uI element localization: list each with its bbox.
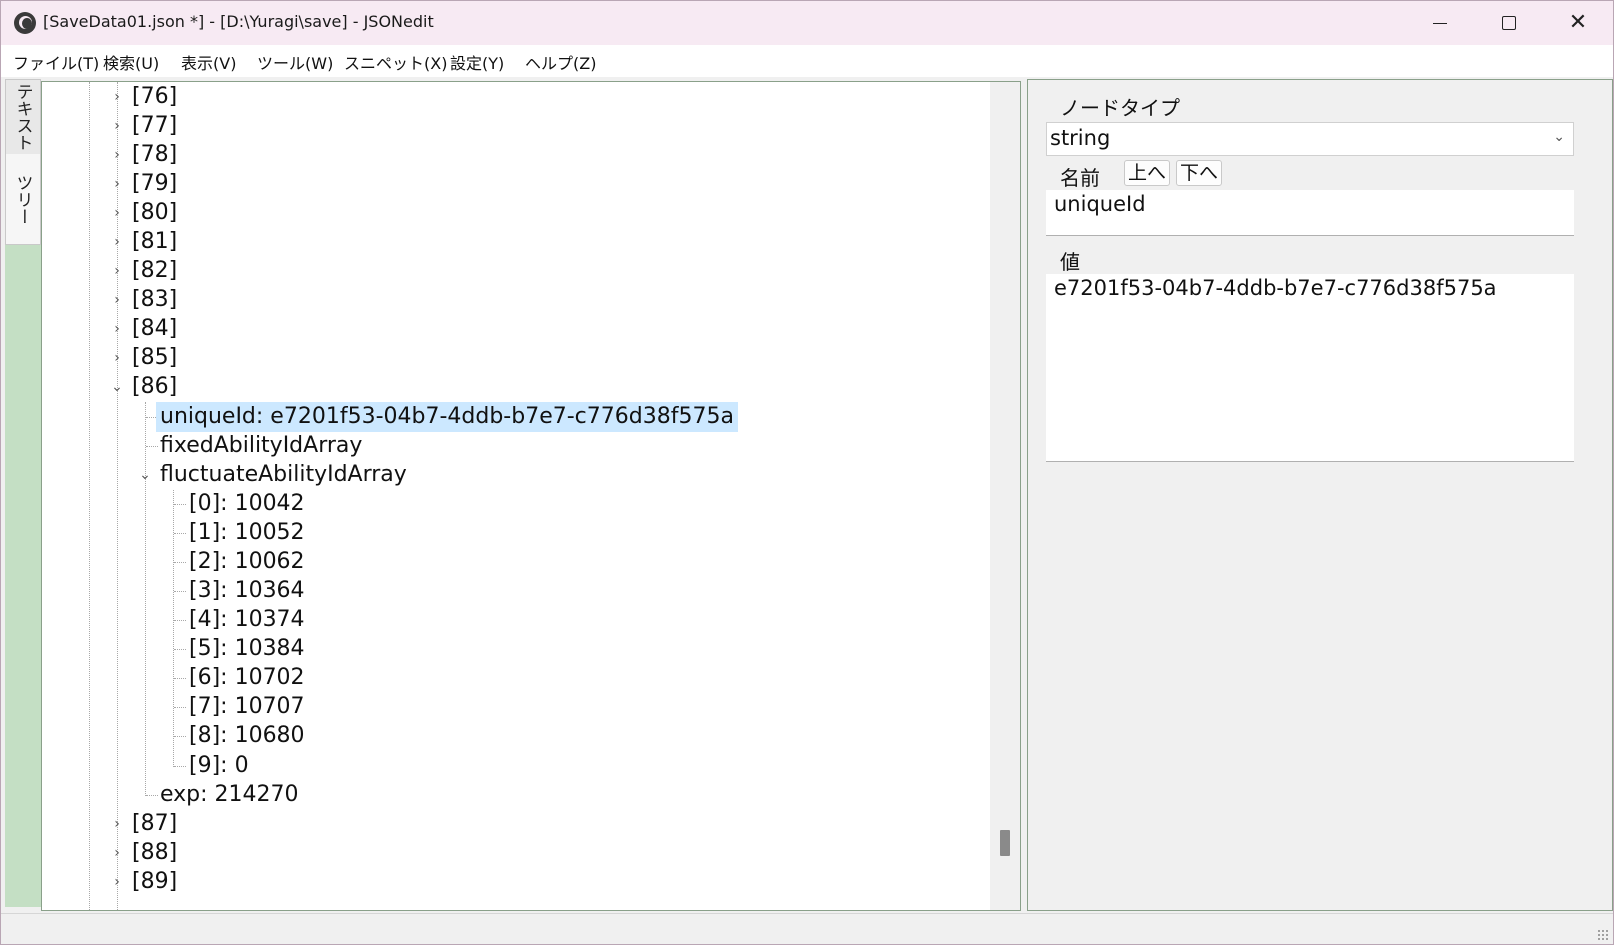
tab-text-label: テキスト <box>12 83 33 151</box>
tree-leaf[interactable]: [1]: 10052 <box>189 518 305 548</box>
chevron-right-icon[interactable]: › <box>110 169 124 199</box>
tree-leaf[interactable]: [9]: 0 <box>189 751 249 781</box>
minimize-icon <box>1433 22 1447 24</box>
tree-node[interactable]: [88] <box>132 838 177 868</box>
tree-node-expanded[interactable]: [86] <box>132 372 177 402</box>
maximize-icon <box>1502 16 1516 30</box>
menu-search[interactable]: 検索(U) <box>103 50 159 74</box>
chevron-down-icon[interactable]: ⌄ <box>110 372 124 402</box>
minimize-button[interactable] <box>1405 1 1475 45</box>
close-icon: ✕ <box>1568 10 1588 35</box>
tree-leaf[interactable]: [8]: 10680 <box>189 721 305 751</box>
tree-node[interactable]: [79] <box>132 169 177 199</box>
tree-view[interactable]: › [76] › [77] › [78] › [79] › [80] › [81… <box>41 81 1021 911</box>
chevron-right-icon[interactable]: › <box>110 227 124 257</box>
tree-connector <box>174 736 186 737</box>
tree-leaf[interactable]: [6]: 10702 <box>189 663 305 693</box>
tree-node-expanded[interactable]: fluctuateAbilityIdArray <box>160 460 407 490</box>
value-label: 値 <box>1060 250 1080 274</box>
maximize-button[interactable] <box>1474 1 1544 45</box>
tree-connector <box>146 446 158 447</box>
chevron-right-icon[interactable]: › <box>110 314 124 344</box>
app-window: [SaveData01.json *] - [D:\Yuragi\save] -… <box>0 0 1614 945</box>
tree-node[interactable]: [78] <box>132 140 177 170</box>
tree-connector <box>174 766 186 767</box>
menu-tools[interactable]: ツール(W) <box>257 50 333 74</box>
move-down-button[interactable]: 下へ <box>1176 160 1222 186</box>
tree-leaf[interactable]: [2]: 10062 <box>189 547 305 577</box>
tab-text[interactable]: テキスト <box>5 79 41 155</box>
tree-node[interactable]: [89] <box>132 867 177 897</box>
chevron-right-icon[interactable]: › <box>110 809 124 839</box>
resize-grip-icon[interactable] <box>1597 929 1609 941</box>
tree-node-selected[interactable]: uniqueId: e7201f53-04b7-4ddb-b7e7-c776d3… <box>156 402 738 432</box>
chevron-right-icon[interactable]: › <box>110 82 124 112</box>
chevron-right-icon[interactable]: › <box>110 343 124 373</box>
tree-connector <box>174 620 186 621</box>
chevron-down-icon: ⌄ <box>1553 129 1565 145</box>
node-type-value: string <box>1050 126 1111 150</box>
tree-connector <box>174 707 186 708</box>
chevron-right-icon[interactable]: › <box>110 256 124 286</box>
tree-guide-line <box>89 82 90 910</box>
tree-connector <box>174 504 186 505</box>
menu-settings[interactable]: 設定(Y) <box>450 50 504 74</box>
chevron-right-icon[interactable]: › <box>110 140 124 170</box>
tree-leaf[interactable]: [0]: 10042 <box>189 489 305 519</box>
node-type-label: ノードタイプ <box>1060 96 1180 120</box>
menu-view[interactable]: 表示(V) <box>181 50 236 74</box>
tree-connector <box>174 562 186 563</box>
name-label: 名前 <box>1060 166 1100 190</box>
tree-node[interactable]: [83] <box>132 285 177 315</box>
window-title: [SaveData01.json *] - [D:\Yuragi\save] -… <box>43 12 434 31</box>
tree-node[interactable]: fixedAbilityIdArray <box>160 431 362 461</box>
tree-node[interactable]: [87] <box>132 809 177 839</box>
tree-leaf[interactable]: [3]: 10364 <box>189 576 305 606</box>
tab-tree[interactable]: ツリー <box>5 154 41 245</box>
chevron-down-icon[interactable]: ⌄ <box>138 460 152 490</box>
tree-node[interactable]: [80] <box>132 198 177 228</box>
tree-leaf[interactable]: [4]: 10374 <box>189 605 305 635</box>
close-button[interactable]: ✕ <box>1543 1 1613 45</box>
chevron-right-icon[interactable]: › <box>110 111 124 141</box>
tree-node[interactable]: [85] <box>132 343 177 373</box>
tree-connector <box>174 591 186 592</box>
chevron-right-icon[interactable]: › <box>110 838 124 868</box>
tab-tree-label: ツリー <box>12 173 33 225</box>
node-type-select[interactable]: string ⌄ <box>1046 122 1574 156</box>
tree-leaf[interactable]: [7]: 10707 <box>189 692 305 722</box>
tree-guide-line <box>173 490 174 767</box>
tree-connector <box>174 678 186 679</box>
tree-node[interactable]: [76] <box>132 82 177 112</box>
tree-node[interactable]: [81] <box>132 227 177 257</box>
title-bar[interactable]: [SaveData01.json *] - [D:\Yuragi\save] -… <box>1 1 1613 45</box>
tree-scrollbar[interactable] <box>990 82 1020 910</box>
menu-file[interactable]: ファイル(T) <box>13 50 99 74</box>
value-field[interactable]: e7201f53-04b7-4ddb-b7e7-c776d38f575a <box>1046 274 1574 462</box>
move-up-button[interactable]: 上へ <box>1124 160 1170 186</box>
tree-connector <box>174 533 186 534</box>
chevron-right-icon[interactable]: › <box>110 867 124 897</box>
tree-node[interactable]: [77] <box>132 111 177 141</box>
menu-help[interactable]: ヘルプ(Z) <box>525 50 596 74</box>
side-tab-strip: テキスト ツリー <box>5 79 41 907</box>
menu-bar: ファイル(T) 検索(U) 表示(V) ツール(W) スニペット(X) 設定(Y… <box>1 45 1613 77</box>
name-field-value: uniqueId <box>1054 192 1146 216</box>
status-bar <box>1 913 1613 944</box>
app-icon[interactable] <box>14 12 36 34</box>
value-field-text: e7201f53-04b7-4ddb-b7e7-c776d38f575a <box>1054 276 1497 300</box>
scrollbar-thumb[interactable] <box>1000 830 1010 856</box>
tree-connector <box>146 795 158 796</box>
tree-connector <box>174 649 186 650</box>
tree-node[interactable]: [84] <box>132 314 177 344</box>
name-field[interactable]: uniqueId <box>1046 190 1574 236</box>
chevron-right-icon[interactable]: › <box>110 285 124 315</box>
tree-node[interactable]: [82] <box>132 256 177 286</box>
tree-leaf[interactable]: [5]: 10384 <box>189 634 305 664</box>
tree-node[interactable]: exp: 214270 <box>160 780 299 810</box>
node-inspector: ノードタイプ string ⌄ 名前 上へ 下へ uniqueId 値 e720… <box>1027 79 1613 911</box>
chevron-right-icon[interactable]: › <box>110 198 124 228</box>
menu-snippets[interactable]: スニペット(X) <box>344 50 447 74</box>
